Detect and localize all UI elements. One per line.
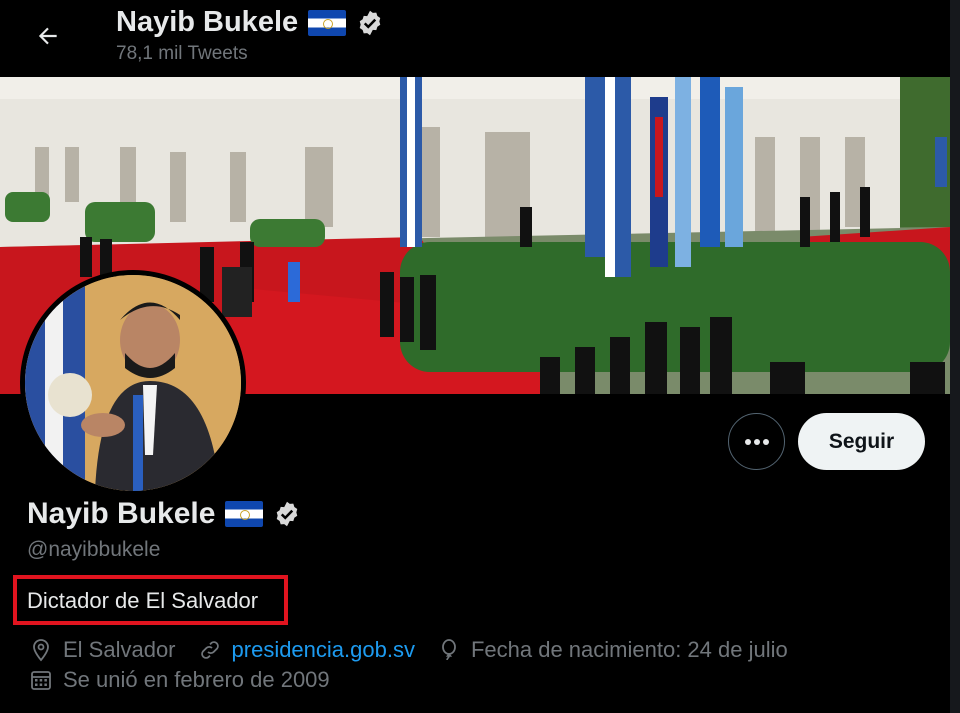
top-bar: Nayib Bukele 78,1 mil Tweets <box>0 0 960 77</box>
el-salvador-flag-icon <box>225 501 264 527</box>
website-link[interactable]: presidencia.gob.sv <box>232 637 415 663</box>
link-icon <box>200 641 219 659</box>
verified-badge-icon <box>359 10 381 35</box>
profile-avatar[interactable] <box>20 270 246 496</box>
profile-meta-row-2: Se unió en febrero de 2009 <box>29 667 352 693</box>
follow-button[interactable]: Seguir <box>798 413 925 470</box>
profile-meta-row-1: El Salvador presidencia.gob.sv Fecha de … <box>29 637 810 663</box>
location-text: El Salvador <box>63 637 176 662</box>
back-button[interactable] <box>28 16 68 56</box>
header-name: Nayib Bukele <box>116 6 299 38</box>
joined-item: Se unió en febrero de 2009 <box>29 667 330 693</box>
profile-bio: Dictador de El Salvador <box>27 588 259 613</box>
joined-text: Se unió en febrero de 2009 <box>63 667 330 692</box>
display-name-text: Nayib Bukele <box>27 497 216 530</box>
tweet-count: 78,1 mil Tweets <box>116 43 248 64</box>
avatar-photo <box>25 275 241 491</box>
location-item: El Salvador <box>29 637 176 663</box>
birthday-text: Fecha de nacimiento: 24 de julio <box>470 637 788 662</box>
profile-handle: @nayibbukele <box>27 538 161 561</box>
calendar-icon <box>31 671 51 690</box>
el-salvador-flag-icon <box>308 9 347 36</box>
header-title: Nayib Bukele <box>116 6 384 39</box>
website-item: presidencia.gob.sv <box>198 637 415 663</box>
more-options-button[interactable] <box>728 413 785 470</box>
birthday-item: Fecha de nacimiento: 24 de julio <box>437 637 788 663</box>
location-pin-icon <box>33 639 49 662</box>
arrow-left-icon <box>38 27 57 45</box>
verified-badge-icon[interactable] <box>273 500 301 528</box>
profile-name: Nayib Bukele <box>27 497 301 531</box>
balloon-icon <box>442 639 456 661</box>
more-dots-icon <box>744 438 769 445</box>
scrollbar-track[interactable] <box>950 0 960 713</box>
